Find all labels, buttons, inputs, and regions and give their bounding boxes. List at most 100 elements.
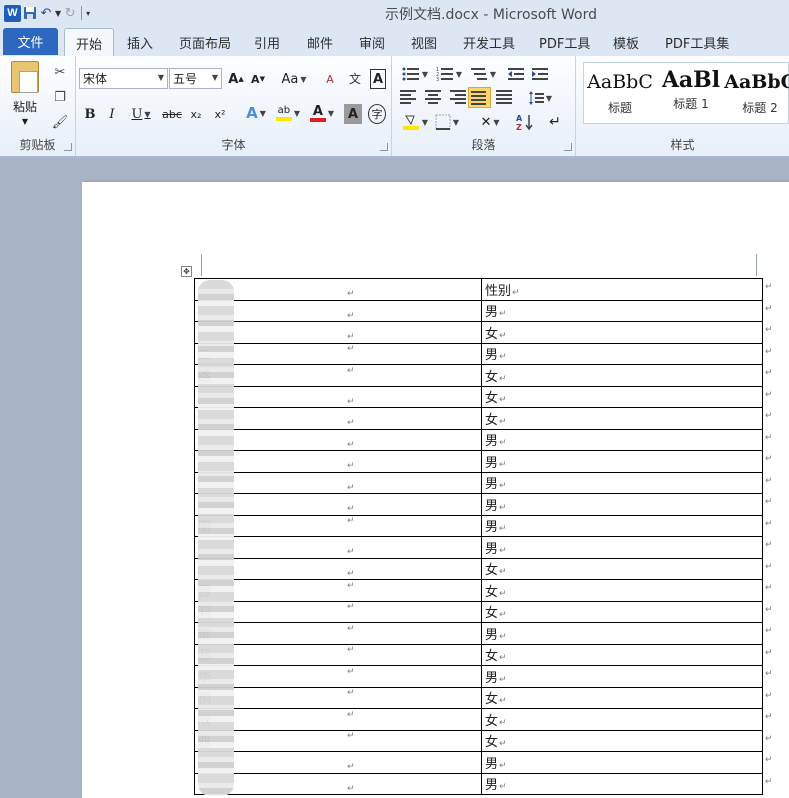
- increase-indent-icon[interactable]: [530, 64, 550, 84]
- paste-button[interactable]: 粘贴 ▼: [7, 61, 43, 131]
- align-left-icon[interactable]: [400, 88, 420, 106]
- gender-cell[interactable]: 男↵: [481, 772, 763, 795]
- name-cell[interactable]: 二↵: [194, 342, 482, 365]
- gender-cell[interactable]: 男↵: [481, 428, 763, 451]
- gender-cell[interactable]: 男↵: [481, 514, 763, 537]
- table-row[interactable]: ↵ 男↵: [194, 536, 763, 559]
- table-row[interactable]: 徽↵男↵: [194, 622, 763, 645]
- strikethrough-button[interactable]: abc: [161, 104, 183, 124]
- subscript-button[interactable]: x₂: [186, 104, 206, 124]
- name-cell[interactable]: 桐↵: [194, 686, 482, 709]
- show-marks-icon[interactable]: ↵: [546, 112, 564, 132]
- align-right-icon[interactable]: [446, 88, 466, 106]
- table-header-row[interactable]: ↵ 性别↵: [194, 278, 763, 301]
- name-cell[interactable]: ↵: [194, 772, 482, 795]
- table-row[interactable]: ↵ 男↵: [194, 299, 763, 322]
- gender-cell[interactable]: 男↵: [481, 299, 763, 322]
- name-cell[interactable]: 菲↵: [194, 643, 482, 666]
- change-case-button[interactable]: Aa ▼: [279, 69, 309, 89]
- gender-cell[interactable]: 女↵: [481, 557, 763, 580]
- tab-home[interactable]: 开始: [64, 28, 115, 58]
- numbering-button[interactable]: 1 2 3 ▼: [434, 64, 464, 84]
- chevron-down-icon[interactable]: ▼: [158, 73, 164, 82]
- tab-review[interactable]: 审阅: [359, 31, 385, 53]
- shading-button[interactable]: ▼: [400, 112, 430, 132]
- table-row[interactable]: 二↵男↵: [194, 342, 763, 365]
- justify-icon[interactable]: [468, 87, 491, 108]
- name-cell[interactable]: ↵: [194, 471, 482, 494]
- clipboard-launcher-icon[interactable]: [64, 143, 72, 151]
- borders-button[interactable]: ▼: [432, 112, 462, 132]
- name-cell[interactable]: ↵: [194, 278, 482, 301]
- gender-cell[interactable]: 女↵: [481, 686, 763, 709]
- gender-cell[interactable]: 男↵: [481, 622, 763, 645]
- font-name-combo[interactable]: 宋体 ▼: [79, 68, 168, 89]
- name-cell[interactable]: ↵: [194, 428, 482, 451]
- data-table[interactable]: ↵性别↵↵男↵↵女↵二↵男↵路↵女↵↵女↵↵女↵↵男↵↵男↵↵男↵↵男↵明↵男↵…: [194, 278, 763, 795]
- name-cell[interactable]: ↵: [194, 557, 482, 580]
- customize-qat-icon[interactable]: ▾: [86, 9, 90, 18]
- redo-icon[interactable]: ↻: [63, 4, 77, 22]
- paragraph-launcher-icon[interactable]: [564, 143, 572, 151]
- text-effects-button[interactable]: A ▼: [242, 103, 270, 123]
- table-row[interactable]: 路↵女↵: [194, 364, 763, 387]
- table-row[interactable]: 霞↵女↵: [194, 579, 763, 602]
- character-shading-button[interactable]: A: [344, 104, 362, 124]
- name-cell[interactable]: 霞↵: [194, 579, 482, 602]
- decrease-indent-icon[interactable]: [506, 64, 526, 84]
- shrink-font-button[interactable]: A ▼: [249, 69, 267, 89]
- gender-cell[interactable]: 女↵: [481, 321, 763, 344]
- name-cell[interactable]: ↵: [194, 450, 482, 473]
- sort-button[interactable]: AZ: [514, 112, 536, 132]
- chevron-down-icon[interactable]: ▼: [212, 73, 218, 82]
- tab-pdf-toolset[interactable]: PDF工具集: [665, 31, 729, 53]
- name-cell[interactable]: ↵: [194, 536, 482, 559]
- gender-cell[interactable]: 女↵: [481, 708, 763, 731]
- phonetic-guide-button[interactable]: 文: [344, 68, 366, 88]
- gender-cell[interactable]: 男↵: [481, 471, 763, 494]
- name-cell[interactable]: 明↵: [194, 514, 482, 537]
- font-color-button[interactable]: A ▼: [308, 103, 336, 123]
- gender-cell[interactable]: 女↵: [481, 385, 763, 408]
- tab-file[interactable]: 文件: [3, 28, 58, 55]
- gender-cell[interactable]: 女↵: [481, 407, 763, 430]
- font-size-combo[interactable]: 五号 ▼: [169, 68, 222, 89]
- gender-cell[interactable]: 女↵: [481, 600, 763, 623]
- name-cell[interactable]: ↵: [194, 321, 482, 344]
- name-cell[interactable]: 莉↵: [194, 600, 482, 623]
- cut-icon[interactable]: ✂: [52, 64, 68, 80]
- document-page[interactable]: ✥ ↵性别↵↵男↵↵女↵二↵男↵路↵女↵↵女↵↵女↵↵男↵↵男↵↵男↵↵男↵明↵…: [82, 182, 789, 798]
- name-cell[interactable]: ↵: [194, 407, 482, 430]
- name-cell[interactable]: 徽↵: [194, 622, 482, 645]
- table-row[interactable]: ↵ 男↵: [194, 450, 763, 473]
- gender-cell[interactable]: 男↵: [481, 450, 763, 473]
- gender-cell[interactable]: 男↵: [481, 751, 763, 774]
- gender-cell[interactable]: 性别↵: [481, 278, 763, 301]
- name-cell[interactable]: ↵: [194, 493, 482, 516]
- name-cell[interactable]: ↵: [194, 385, 482, 408]
- save-icon[interactable]: [23, 4, 37, 22]
- line-spacing-button[interactable]: ▼: [527, 88, 553, 108]
- copy-icon[interactable]: ❐: [52, 89, 68, 105]
- gender-cell[interactable]: 男↵: [481, 665, 763, 688]
- table-row[interactable]: 明↵男↵: [194, 514, 763, 537]
- grow-font-button[interactable]: A ▲: [227, 69, 245, 89]
- table-row[interactable]: ↵ 女↵: [194, 557, 763, 580]
- table-row[interactable]: 欣↵女↵: [194, 708, 763, 731]
- table-row[interactable]: ↵ 男↵: [194, 772, 763, 795]
- highlight-button[interactable]: ab ▼: [274, 103, 302, 123]
- table-row[interactable]: 桐↵女↵: [194, 686, 763, 709]
- align-center-icon[interactable]: [423, 88, 443, 106]
- bullets-button[interactable]: ▼: [400, 64, 430, 84]
- superscript-button[interactable]: x²: [210, 104, 230, 124]
- gender-cell[interactable]: 女↵: [481, 364, 763, 387]
- table-row[interactable]: ↵ 男↵: [194, 471, 763, 494]
- bold-button[interactable]: B: [82, 104, 98, 124]
- tab-templates[interactable]: 模板: [613, 31, 639, 53]
- name-cell[interactable]: 华↵: [194, 665, 482, 688]
- chinese-layout-button[interactable]: ✕ ▼: [474, 112, 506, 132]
- character-border-button[interactable]: A: [370, 69, 386, 89]
- font-launcher-icon[interactable]: [380, 143, 388, 151]
- gender-cell[interactable]: 女↵: [481, 729, 763, 752]
- tab-pdf-tools[interactable]: PDF工具: [539, 31, 590, 53]
